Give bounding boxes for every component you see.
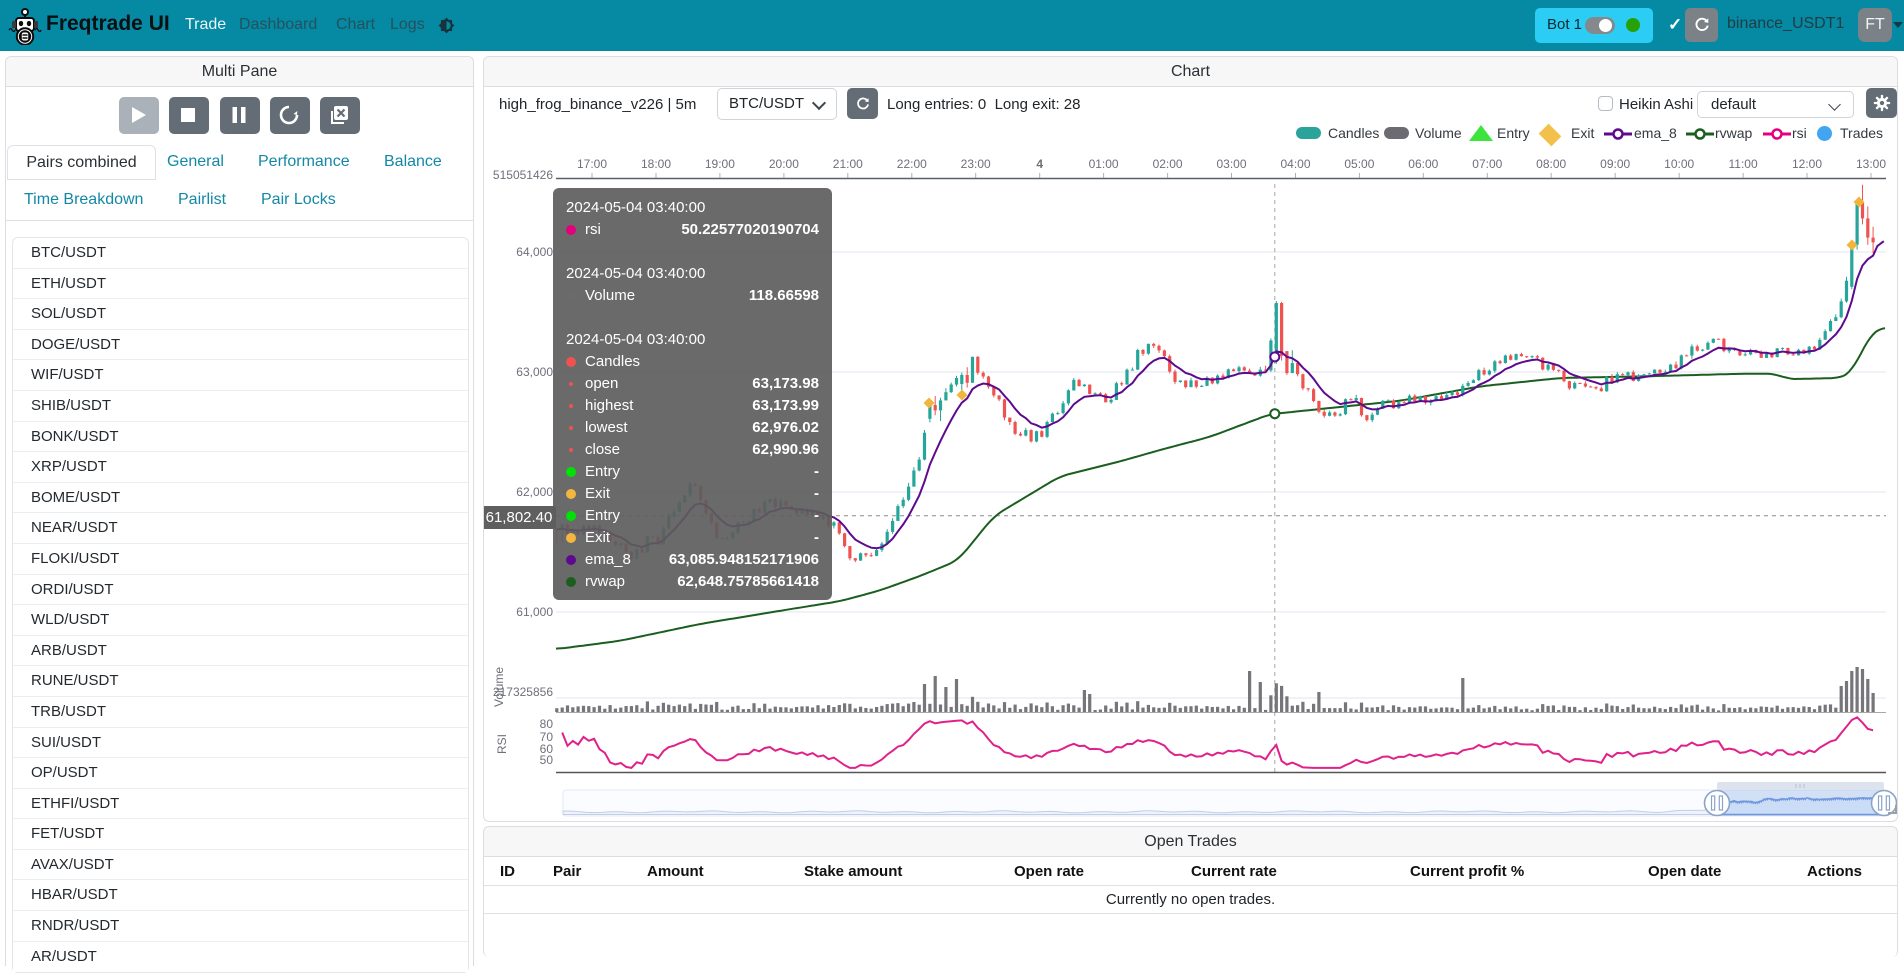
svg-text:61,000: 61,000 [516,605,553,619]
svg-text:22:00: 22:00 [897,157,927,171]
svg-text:05:00: 05:00 [1344,157,1374,171]
svg-text:21:00: 21:00 [833,157,863,171]
svg-text:19:00: 19:00 [705,157,735,171]
svg-text:515051426: 515051426 [493,168,553,182]
svg-text:04:00: 04:00 [1280,157,1310,171]
svg-text:64,000: 64,000 [516,245,553,259]
svg-text:01:00: 01:00 [1089,157,1119,171]
svg-text:23:00: 23:00 [961,157,991,171]
svg-text:12:00: 12:00 [1792,157,1822,171]
svg-text:07:00: 07:00 [1472,157,1502,171]
svg-text:18:00: 18:00 [641,157,671,171]
svg-text:03:00: 03:00 [1216,157,1246,171]
svg-text:62,000: 62,000 [516,485,553,499]
svg-text:13:00: 13:00 [1856,157,1886,171]
svg-text:11:00: 11:00 [1729,157,1758,171]
svg-text:50: 50 [540,753,554,767]
svg-text:10:00: 10:00 [1664,157,1694,171]
svg-text:20:00: 20:00 [769,157,799,171]
svg-text:09:00: 09:00 [1600,157,1630,171]
svg-text:80: 80 [540,717,554,731]
svg-text:4: 4 [1036,157,1043,171]
svg-text:61,802.40: 61,802.40 [486,509,553,526]
svg-text:63,000: 63,000 [516,365,553,379]
svg-text:17:00: 17:00 [577,157,607,171]
svg-text:08:00: 08:00 [1536,157,1566,171]
svg-text:02:00: 02:00 [1153,157,1183,171]
svg-text:06:00: 06:00 [1408,157,1438,171]
